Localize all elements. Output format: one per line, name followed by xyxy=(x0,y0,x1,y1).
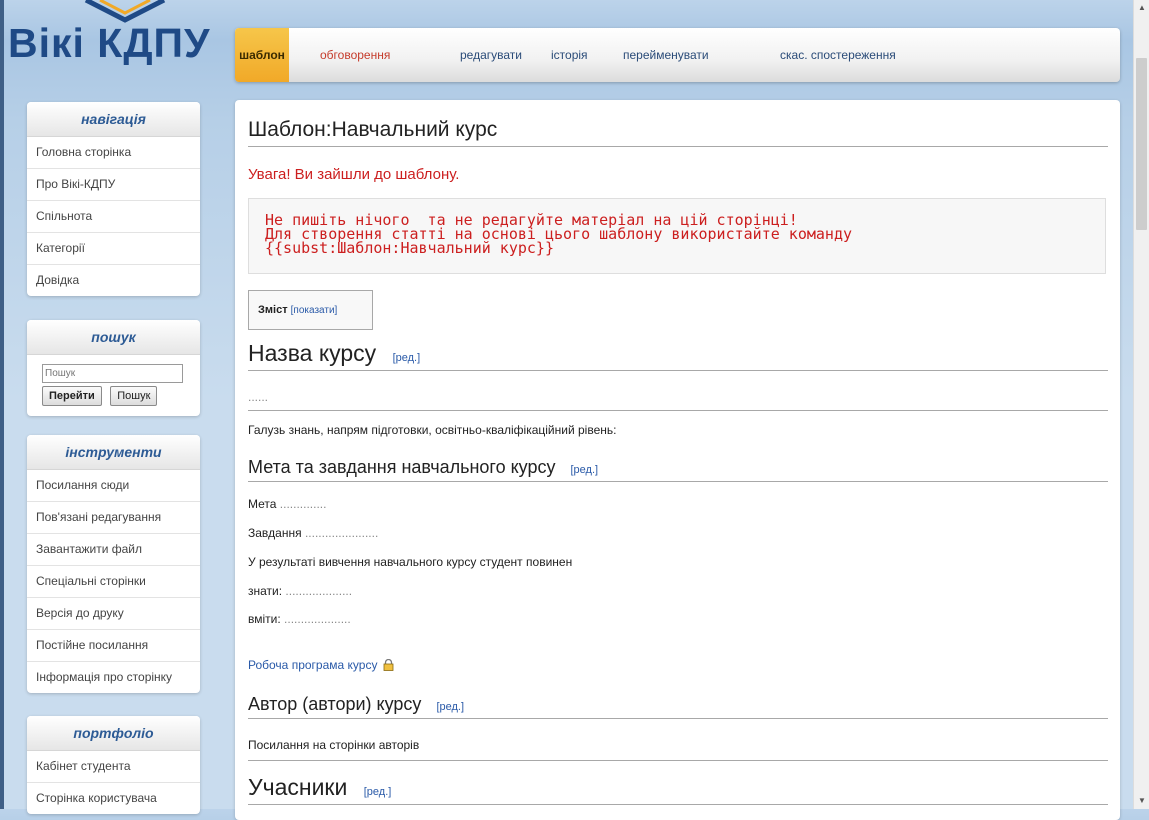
goal-label: Мета xyxy=(248,497,277,511)
tools-item-permanent-link[interactable]: Постійне посилання xyxy=(27,630,200,662)
section-heading-participants: Учасники [ред.] xyxy=(248,774,1108,805)
search-button[interactable]: Пошук xyxy=(110,386,158,406)
nav-item-help[interactable]: Довідка xyxy=(27,265,200,296)
tools-item-related-changes[interactable]: Пов'язані редагування xyxy=(27,502,200,534)
scroll-down-arrow-icon[interactable]: ▼ xyxy=(1134,793,1149,809)
tab-unwatch[interactable]: скас. спостереження xyxy=(780,28,896,82)
search-title: пошук xyxy=(27,320,200,355)
portfolio-portlet: портфоліо Кабінет студента Сторінка кори… xyxy=(27,716,200,814)
tasks-line: Завдання ...................... xyxy=(248,526,378,540)
can-dots: .................... xyxy=(284,612,351,626)
tab-history[interactable]: історія xyxy=(551,28,588,82)
nav-item-main-page[interactable]: Головна сторінка xyxy=(27,137,200,169)
divider xyxy=(248,760,1108,761)
notice-line-3: {{subst:Шаблон:Навчальний курс}} xyxy=(265,239,554,257)
tasks-dots: ...................... xyxy=(304,526,379,540)
section-heading-course-name: Назва курсу [ред.] xyxy=(248,340,1108,371)
navigation-portlet: навігація Головна сторінка Про Вікі-КДПУ… xyxy=(27,102,200,296)
navigation-title: навігація xyxy=(27,102,200,137)
page-title: Шаблон:Навчальний курс xyxy=(248,118,1108,147)
preformatted-notice: Не пишіть нічого та не редагуйте матеріа… xyxy=(248,198,1106,274)
goal-line: Мета .............. xyxy=(248,497,326,511)
tab-rename[interactable]: перейменувати xyxy=(623,28,709,82)
lock-icon xyxy=(383,659,394,671)
edit-section-link[interactable]: [ред.] xyxy=(393,352,421,364)
authors-line: Посилання на сторінки авторів xyxy=(248,738,420,752)
edit-section-link[interactable]: [ред.] xyxy=(364,786,392,798)
toc-toggle-link[interactable]: [показати] xyxy=(291,305,338,316)
tab-template[interactable]: шаблон xyxy=(235,28,289,82)
tab-edit[interactable]: редагувати xyxy=(460,28,522,82)
divider xyxy=(248,410,1108,411)
tools-item-page-info[interactable]: Інформація про сторінку xyxy=(27,662,200,693)
course-program-link[interactable]: Робоча програма курсу xyxy=(248,658,377,672)
portfolio-item-user-page[interactable]: Сторінка користувача xyxy=(27,783,200,814)
tab-discussion[interactable]: обговорення xyxy=(320,28,390,82)
main-content: Шаблон:Навчальний курс Увага! Ви зайшли … xyxy=(235,100,1120,820)
portfolio-title: портфоліо xyxy=(27,716,200,751)
nav-item-about[interactable]: Про Вікі-КДПУ xyxy=(27,169,200,201)
course-name-placeholder: ...... xyxy=(248,390,269,404)
know-line: знати: .................... xyxy=(248,584,352,598)
goal-dots: .............. xyxy=(279,497,327,511)
tools-item-special-pages[interactable]: Спеціальні сторінки xyxy=(27,566,200,598)
result-line: У результаті вивчення навчального курсу … xyxy=(248,555,573,569)
know-label: знати: xyxy=(248,584,283,598)
section-heading-text: Учасники xyxy=(248,774,348,800)
tools-title: інструменти xyxy=(27,435,200,470)
tools-portlet: інструменти Посилання сюди Пов'язані ред… xyxy=(27,435,200,693)
window-left-edge xyxy=(0,0,4,809)
field-of-knowledge-line: Галузь знань, напрям підготовки, освітнь… xyxy=(248,423,617,437)
tools-item-printable-version[interactable]: Версія до друку xyxy=(27,598,200,630)
program-link-line: Робоча програма курсу xyxy=(248,658,394,672)
can-line: вміти: .................... xyxy=(248,612,351,626)
search-input[interactable] xyxy=(42,364,183,383)
scroll-up-arrow-icon[interactable]: ▲ xyxy=(1134,0,1149,16)
section-heading-text: Автор (автори) курсу xyxy=(248,694,422,714)
section-heading-text: Мета та завдання навчального курсу xyxy=(248,457,556,477)
edit-section-link[interactable]: [ред.] xyxy=(571,464,599,476)
section-heading-text: Назва курсу xyxy=(248,340,377,366)
page-tabs-bar: шаблон обговорення редагувати історія пе… xyxy=(235,28,1120,82)
tools-item-what-links-here[interactable]: Посилання сюди xyxy=(27,470,200,502)
search-portlet: пошук Перейти Пошук xyxy=(27,320,200,416)
tasks-label: Завдання xyxy=(248,526,302,540)
site-logo[interactable]: Вікі КДПУ xyxy=(8,20,211,67)
section-heading-goals: Мета та завдання навчального курсу [ред.… xyxy=(248,457,1108,482)
table-of-contents: Зміст [показати] xyxy=(248,290,373,330)
nav-item-community[interactable]: Спільнота xyxy=(27,201,200,233)
toc-title: Зміст xyxy=(258,304,288,316)
edit-section-link[interactable]: [ред.] xyxy=(436,701,464,713)
can-label: вміти: xyxy=(248,612,281,626)
tools-item-upload-file[interactable]: Завантажити файл xyxy=(27,534,200,566)
know-dots: .................... xyxy=(285,584,353,598)
page: Вікі КДПУ шаблон обговорення редагувати … xyxy=(0,0,1133,820)
section-heading-authors: Автор (автори) курсу [ред.] xyxy=(248,694,1108,719)
vertical-scrollbar[interactable]: ▲ ▼ xyxy=(1133,0,1149,809)
scrollbar-thumb[interactable] xyxy=(1136,58,1147,230)
portfolio-item-student-cabinet[interactable]: Кабінет студента xyxy=(27,751,200,783)
nav-item-categories[interactable]: Категорії xyxy=(27,233,200,265)
template-warning: Увага! Ви зайшли до шаблону. xyxy=(248,166,460,183)
search-go-button[interactable]: Перейти xyxy=(42,386,102,406)
